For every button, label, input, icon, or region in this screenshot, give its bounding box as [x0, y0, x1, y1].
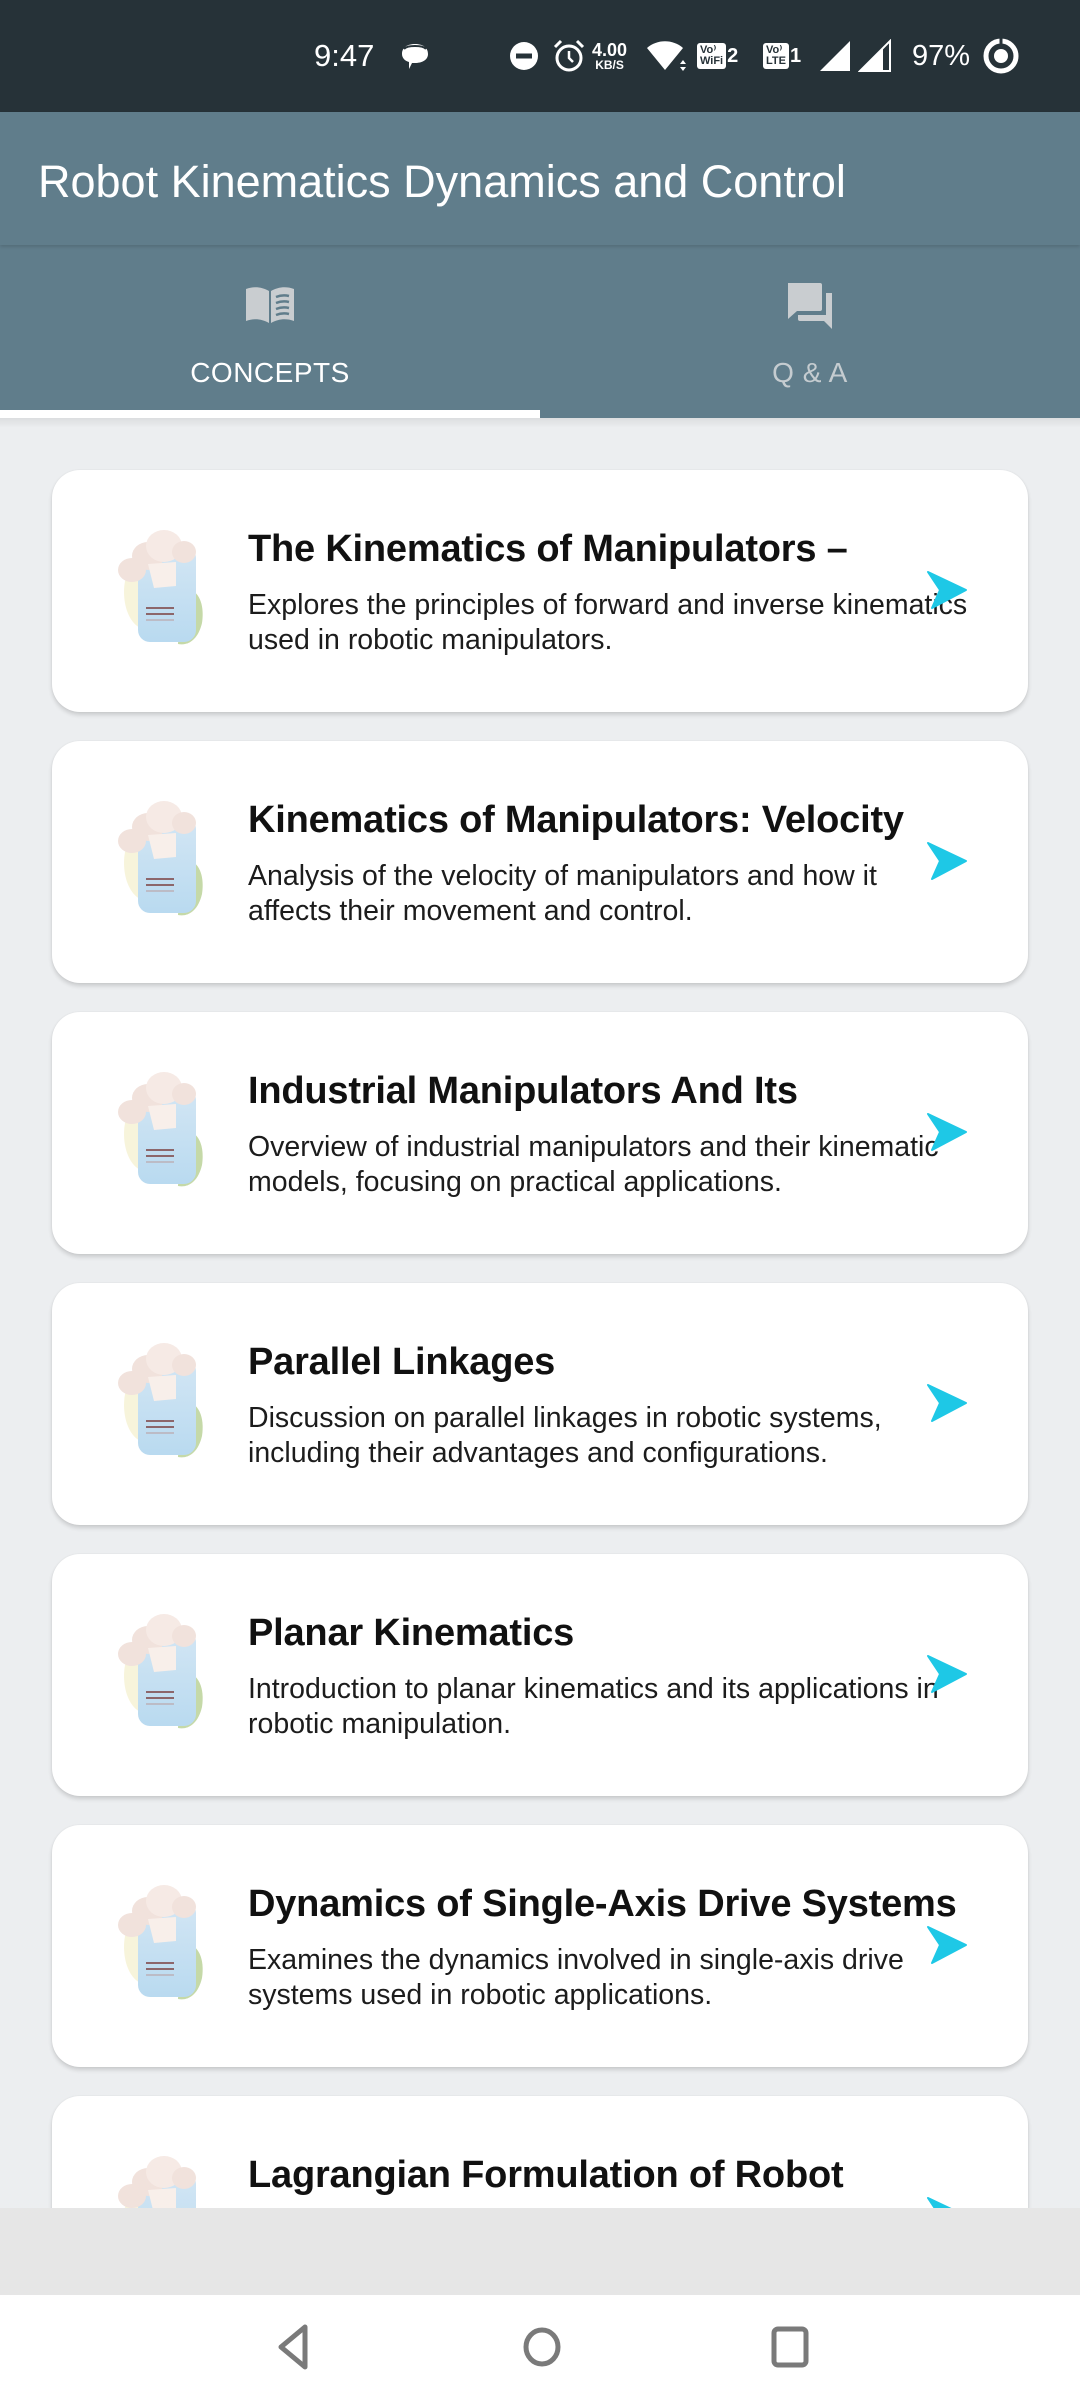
concept-title: Kinematics of Manipulators: Velocity [248, 799, 904, 841]
notes-illustration-icon [118, 530, 203, 645]
signal-icon [818, 0, 852, 112]
arrow-right-icon[interactable] [926, 570, 968, 610]
arrow-right-icon[interactable] [926, 2196, 968, 2208]
notes-illustration-icon [118, 2156, 196, 2208]
concept-description: Discussion on parallel linkages in robot… [248, 1402, 882, 1469]
notes-illustration-icon [118, 1614, 203, 1729]
tab-qa[interactable]: Q & A [540, 245, 1080, 418]
active-tab-indicator [0, 410, 540, 418]
message-bubble-icon [398, 0, 432, 112]
arrow-right-icon[interactable] [926, 1383, 968, 1423]
network-speed: 4.00 KB/S [592, 40, 628, 72]
concept-description: Analysis of the velocity of manipulators… [248, 860, 877, 927]
concept-description: Overview of industrial manipulators and … [248, 1131, 939, 1198]
concept-title: Planar Kinematics [248, 1612, 575, 1654]
arrow-right-icon[interactable] [926, 1925, 968, 1965]
concept-card[interactable]: Lagrangian Formulation of Robot [52, 2096, 1028, 2208]
concept-card[interactable]: Parallel Linkages Discussion on parallel… [52, 1283, 1028, 1525]
concepts-list[interactable]: The Kinematics of Manipulators – Explore… [0, 418, 1080, 2208]
battery-ring-icon [982, 0, 1020, 112]
notes-illustration-icon [118, 1072, 203, 1187]
recents-icon[interactable] [758, 2315, 822, 2379]
status-time: 9:47 [314, 38, 375, 73]
arrow-right-icon[interactable] [926, 841, 968, 881]
tab-bar: CONCEPTS Q & A [0, 245, 1080, 418]
home-icon[interactable] [510, 2315, 574, 2379]
tab-concepts[interactable]: CONCEPTS [0, 245, 540, 418]
status-bar: 9:47 4.00 KB/S Vo⁾ WiFi 2 Vo⁾ LTE 1 97% [0, 0, 1080, 112]
page-title: Robot Kinematics Dynamics and Control [38, 156, 846, 207]
concept-card[interactable]: Industrial Manipulators And Its Overview… [52, 1012, 1028, 1254]
concept-title: Parallel Linkages [248, 1341, 556, 1383]
arrow-right-icon[interactable] [926, 1654, 968, 1694]
book-icon [246, 287, 294, 323]
concept-title: Dynamics of Single-Axis Drive Systems [248, 1883, 957, 1925]
vowifi-icon: Vo⁾ WiFi 2 [697, 0, 738, 112]
do-not-disturb-icon [508, 0, 540, 112]
tab-label: CONCEPTS [190, 357, 350, 388]
concept-card[interactable]: Kinematics of Manipulators: Velocity Ana… [52, 741, 1028, 983]
concept-card[interactable]: Dynamics of Single-Axis Drive Systems Ex… [52, 1825, 1028, 2067]
concept-title: The Kinematics of Manipulators – [248, 528, 848, 570]
forum-icon [788, 283, 832, 329]
concept-card[interactable]: The Kinematics of Manipulators – Explore… [52, 470, 1028, 712]
tab-label: Q & A [772, 357, 848, 388]
system-nav-bar [0, 2295, 1080, 2400]
notes-illustration-icon [118, 1885, 203, 2000]
notes-illustration-icon [118, 1343, 203, 1458]
concept-description: Explores the principles of forward and i… [248, 589, 968, 656]
app-bar: Robot Kinematics Dynamics and Control [0, 112, 1080, 245]
notes-illustration-icon [118, 801, 203, 916]
wifi-icon [645, 0, 689, 112]
battery-percent: 97% [912, 39, 971, 72]
volte-icon: Vo⁾ LTE 1 [763, 0, 801, 112]
concept-card[interactable]: Planar Kinematics Introduction to planar… [52, 1554, 1028, 1796]
concept-description: Introduction to planar kinematics and it… [248, 1673, 939, 1740]
bottom-spacer [0, 2208, 1080, 2295]
concept-title: Industrial Manipulators And Its [248, 1070, 798, 1112]
concept-description: Examines the dynamics involved in single… [248, 1944, 904, 2011]
back-icon[interactable] [263, 2315, 327, 2379]
concept-title: Lagrangian Formulation of Robot [248, 2154, 844, 2196]
arrow-right-icon[interactable] [926, 1112, 968, 1152]
signal-icon [858, 0, 892, 112]
alarm-icon [552, 0, 586, 112]
